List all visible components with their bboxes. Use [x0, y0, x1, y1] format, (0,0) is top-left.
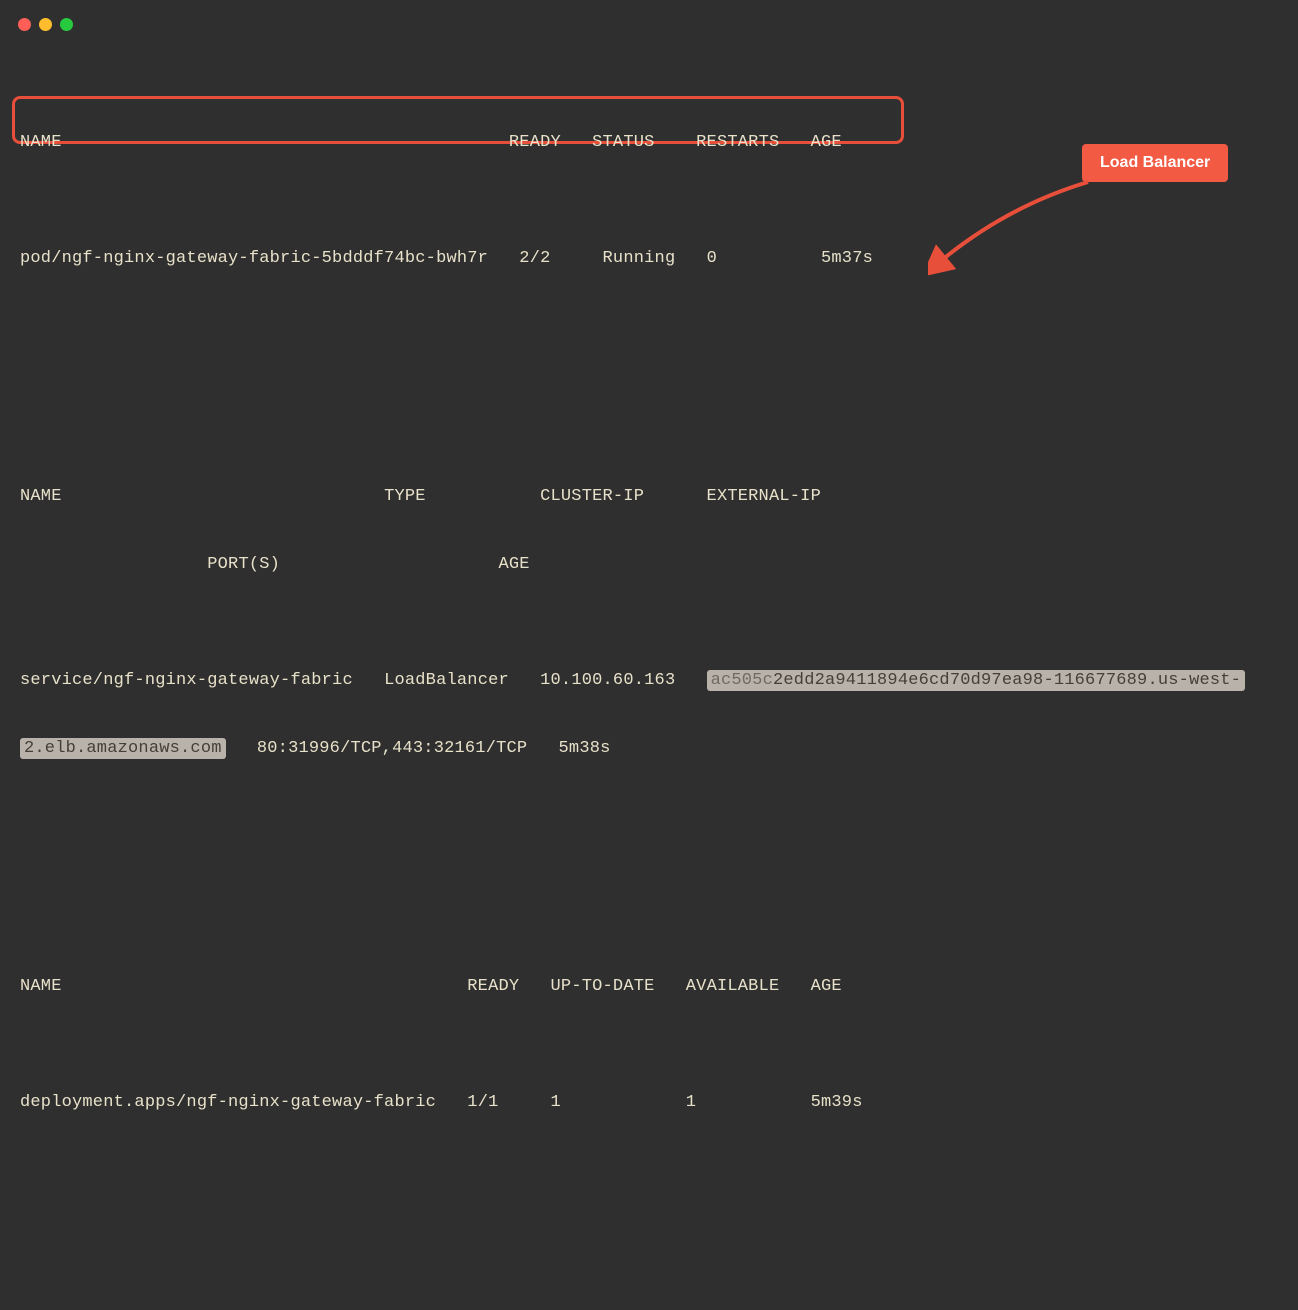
services-header-1: NAME TYPE CLUSTER-IP EXTERNAL-IP	[20, 480, 1278, 514]
close-icon[interactable]	[18, 18, 31, 31]
col-name: NAME	[20, 133, 62, 152]
deployments-header: NAME READY UP-TO-DATE AVAILABLE AGE	[20, 970, 1278, 1004]
cell-deploy-available: 1	[686, 1093, 696, 1112]
cell-svc-type: LoadBalancer	[384, 671, 509, 690]
cell-pod-ready: 2/2	[519, 249, 550, 268]
cell-svc-clusterip: 10.100.60.163	[540, 671, 675, 690]
deployments-row: deployment.apps/ngf-nginx-gateway-fabric…	[20, 1086, 1278, 1120]
services-row-1: service/ngf-nginx-gateway-fabric LoadBal…	[20, 664, 1278, 698]
col-status: STATUS	[592, 133, 654, 152]
pods-row: pod/ngf-nginx-gateway-fabric-5bdddf74bc-…	[20, 242, 1278, 276]
col-available: AVAILABLE	[686, 977, 780, 996]
col-name: NAME	[20, 487, 62, 506]
col-externalip: EXTERNAL-IP	[707, 487, 821, 506]
col-ready: READY	[509, 133, 561, 152]
ext-ip-dim: ac505c	[711, 671, 773, 690]
cell-deploy-uptodate: 1	[551, 1093, 561, 1112]
cell-svc-age: 5m38s	[559, 739, 611, 758]
services-header-2: PORT(S) AGE	[20, 548, 1278, 582]
services-row-2: 2.elb.amazonaws.com 80:31996/TCP,443:321…	[20, 732, 1278, 766]
col-uptodate: UP-TO-DATE	[551, 977, 655, 996]
cell-pod-age: 5m37s	[821, 249, 873, 268]
cell-deploy-name: deployment.apps/ngf-nginx-gateway-fabric	[20, 1093, 436, 1112]
cell-deploy-age: 5m39s	[811, 1093, 863, 1112]
ext-ip-wrap: 2.elb.amazonaws.com	[20, 738, 226, 759]
cell-svc-ports: 80:31996/TCP,443:32161/TCP	[257, 739, 527, 758]
window-controls	[18, 18, 73, 31]
cell-pod-name: pod/ngf-nginx-gateway-fabric-5bdddf74bc-…	[20, 249, 488, 268]
pods-header: NAME READY STATUS RESTARTS AGE	[20, 126, 1278, 160]
minimize-icon[interactable]	[39, 18, 52, 31]
col-ports: PORT(S)	[207, 555, 280, 574]
cell-pod-status: Running	[603, 249, 676, 268]
cell-svc-externalip: ac505c2edd2a9411894e6cd70d97ea98-1166776…	[707, 670, 1246, 691]
col-type: TYPE	[384, 487, 426, 506]
col-ready: READY	[467, 977, 519, 996]
col-name: NAME	[20, 977, 62, 996]
col-restarts: RESTARTS	[696, 133, 779, 152]
ext-ip-bright: 2edd2a9411894e6cd70d97ea98-116677689.us-…	[773, 671, 1241, 690]
col-age: AGE	[498, 555, 529, 574]
terminal-output: NAME READY STATUS RESTARTS AGE pod/ngf-n…	[20, 58, 1278, 1310]
cell-deploy-ready: 1/1	[467, 1093, 498, 1112]
cell-pod-restarts: 0	[707, 249, 717, 268]
zoom-icon[interactable]	[60, 18, 73, 31]
col-age: AGE	[811, 133, 842, 152]
col-age: AGE	[811, 977, 842, 996]
cell-svc-name: service/ngf-nginx-gateway-fabric	[20, 671, 353, 690]
col-clusterip: CLUSTER-IP	[540, 487, 644, 506]
